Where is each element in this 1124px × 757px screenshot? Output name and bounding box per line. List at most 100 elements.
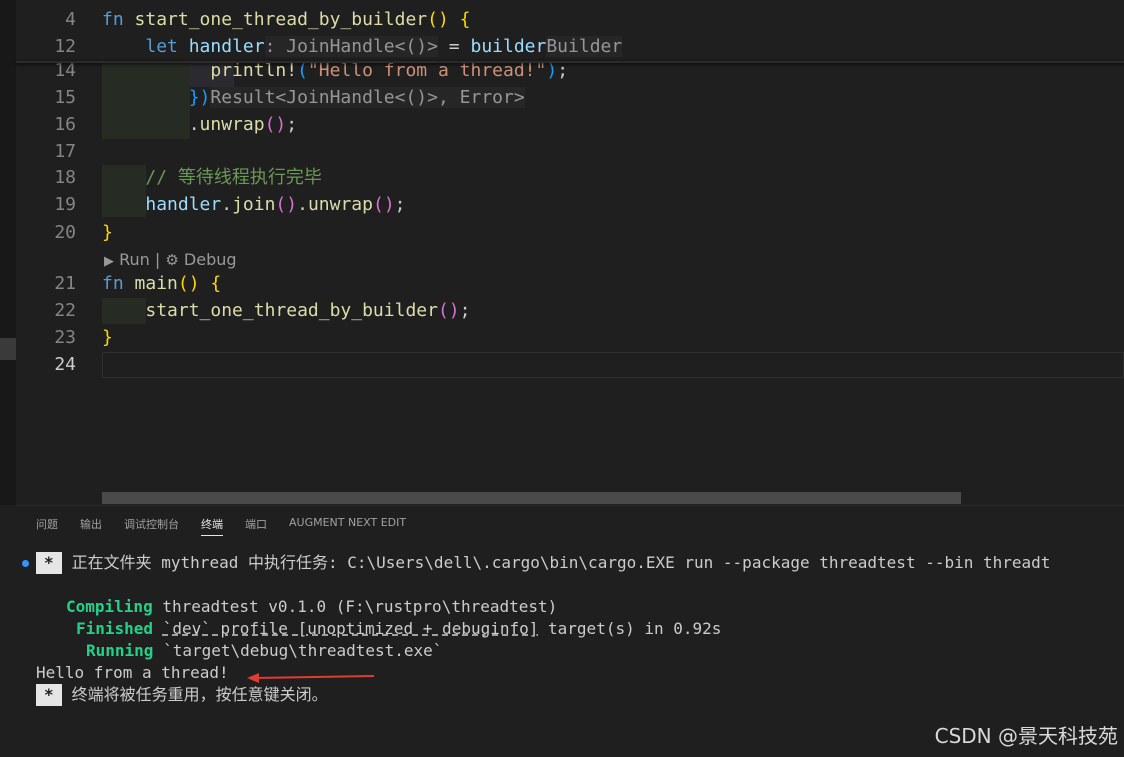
token: handler <box>145 194 222 215</box>
token: () { <box>177 273 222 294</box>
running-text: `target\debug\threadtest.exe` <box>153 641 443 660</box>
finished-line: Finished `dev` profile [unoptimized + de… <box>76 618 721 640</box>
code-text: } <box>102 220 113 246</box>
codelens: ▶ Run | ⚙ Debug <box>104 248 237 272</box>
run-codelens[interactable]: Run <box>119 250 150 269</box>
codelens-separator: | <box>154 250 161 269</box>
code-text: fn main() { <box>102 271 221 297</box>
line-number: 20 <box>54 222 76 243</box>
token: } <box>102 222 113 243</box>
horizontal-scrollbar[interactable] <box>102 492 961 504</box>
token: fn <box>102 9 135 30</box>
tab-output[interactable]: 输出 <box>80 516 102 536</box>
code-line[interactable]: 22 start_one_thread_by_builder(); <box>16 298 1124 324</box>
line-number: 23 <box>54 327 76 348</box>
token: unwrap <box>307 194 373 215</box>
token: = <box>437 36 471 57</box>
terminal[interactable]: * 正在文件夹 mythread 中执行任务: C:\Users\dell\.ca… <box>16 506 1050 757</box>
line-number: 22 <box>54 300 76 321</box>
code-text: start_one_thread_by_builder(); <box>102 298 471 324</box>
compiling-line: Compiling threadtest v0.1.0 (F:\rustpro\… <box>66 596 557 618</box>
code-text: handler.join().unwrap(); <box>102 192 406 218</box>
line-number: 4 <box>65 9 76 30</box>
token: main <box>134 273 178 294</box>
token: ( <box>297 60 308 81</box>
code-text: // 等待线程执行完毕 <box>102 165 322 191</box>
token: () <box>275 194 298 215</box>
code-editor[interactable]: 4 fn start_one_thread_by_builder() {12 le… <box>16 0 1124 505</box>
code-line[interactable]: 4 fn start_one_thread_by_builder() { <box>16 7 1124 33</box>
code-line[interactable]: 24 <box>16 352 1124 378</box>
line-number: 15 <box>54 87 76 108</box>
line-number: 21 <box>54 273 76 294</box>
finished-keyword: Finished <box>76 619 154 638</box>
finished-profile: `dev` profile [unoptimized + debuginfo] <box>162 619 539 638</box>
gear-icon[interactable]: ⚙ <box>165 251 178 269</box>
tab-ports[interactable]: 端口 <box>245 516 267 536</box>
running-line: Running `target\debug\threadtest.exe` <box>86 640 442 662</box>
finished-text: target(s) in 0.92s <box>538 619 722 638</box>
code-line[interactable]: 20} <box>16 220 1124 246</box>
token: unwrap <box>199 114 265 135</box>
token: Builder <box>546 36 623 57</box>
token: }) <box>188 87 211 108</box>
tab-debug-console[interactable]: 调试控制台 <box>124 516 179 536</box>
token: . <box>221 194 233 215</box>
token: join <box>232 194 276 215</box>
token: ; <box>286 114 298 135</box>
task-status-dot <box>22 560 29 567</box>
code-line[interactable]: 23} <box>16 325 1124 351</box>
code-line[interactable]: 21 fn main() { <box>16 271 1124 297</box>
compiling-text: threadtest v0.1.0 (F:\rustpro\threadtest… <box>152 597 558 616</box>
token: let <box>145 36 189 57</box>
code-text: })Result<JoinHandle<()>, Error> <box>102 85 525 111</box>
sticky-scroll-divider <box>16 61 1124 63</box>
token: () { <box>427 9 471 30</box>
code-text: } <box>102 325 113 351</box>
token: () <box>372 194 395 215</box>
code-line[interactable]: 18 // 等待线程执行完毕 <box>16 165 1124 191</box>
token: ; <box>459 300 471 321</box>
code-line[interactable]: 16 .unwrap(); <box>16 112 1124 138</box>
token: . <box>297 194 308 215</box>
compiling-keyword: Compiling <box>66 597 153 616</box>
code-line[interactable]: 12 let handler: JoinHandle<()> = builder… <box>16 34 1124 60</box>
breadcrumb <box>16 0 1124 6</box>
token: "Hello from a thread!" <box>307 60 547 81</box>
token: ; <box>557 60 569 81</box>
tab-augment-next-edit[interactable]: AUGMENT NEXT EDIT <box>289 516 406 536</box>
token: start_one_thread_by_builder <box>134 9 428 30</box>
token: : JoinHandle<()> <box>264 36 438 57</box>
line-number: 18 <box>54 167 76 188</box>
token: Result<JoinHandle<()>, Error> <box>210 87 525 108</box>
running-keyword: Running <box>86 641 154 660</box>
token: // 等待线程执行完毕 <box>145 167 322 188</box>
panel-tabs: 问题 输出 调试控制台 终端 端口 AUGMENT NEXT EDIT <box>36 516 428 536</box>
line-number: 16 <box>54 114 76 135</box>
token: start_one_thread_by_builder <box>145 300 438 321</box>
play-icon[interactable]: ▶ <box>104 254 114 269</box>
code-text: .unwrap(); <box>102 112 297 138</box>
token: () <box>437 300 460 321</box>
reuse-text: 终端将被任务重用，按任意键关闭。 <box>71 685 328 704</box>
token: handler <box>188 36 265 57</box>
token: ) <box>546 60 558 81</box>
token: ; <box>394 194 406 215</box>
token: fn <box>102 273 135 294</box>
token: . <box>102 114 200 135</box>
line-number: 24 <box>54 354 76 375</box>
code-line[interactable]: 17 <box>16 139 1124 165</box>
debug-codelens[interactable]: Debug <box>184 250 237 269</box>
code-line[interactable]: 15 })Result<JoinHandle<()>, Error> <box>16 85 1124 111</box>
token: () <box>264 114 287 135</box>
activity-indicator <box>0 338 16 360</box>
tab-terminal[interactable]: 终端 <box>201 516 223 536</box>
code-line[interactable]: 19 handler.join().unwrap(); <box>16 192 1124 218</box>
watermark: CSDN @景天科技苑 <box>934 724 1118 748</box>
